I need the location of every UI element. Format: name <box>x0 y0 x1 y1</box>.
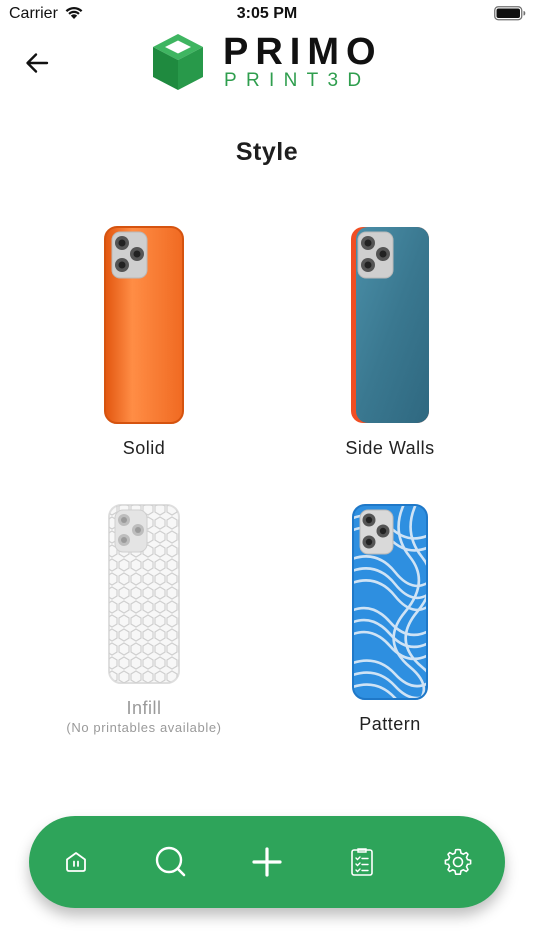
primo-print3d-logo: PRIMO PRINT3D <box>150 31 390 93</box>
style-option-infill: Infill (No printables available) <box>52 502 236 735</box>
nav-home-button[interactable] <box>52 838 100 886</box>
style-option-side-walls[interactable]: Side Walls <box>318 224 462 459</box>
bottom-nav <box>29 816 505 908</box>
home-icon <box>66 852 86 872</box>
style-option-solid[interactable]: Solid <box>72 224 216 459</box>
back-button[interactable] <box>22 48 52 78</box>
style-label: Side Walls <box>345 438 435 458</box>
arrow-left-icon <box>22 53 52 82</box>
style-label: Pattern <box>359 714 421 734</box>
style-label: Solid <box>122 438 166 458</box>
style-note: (No printables available) <box>66 720 222 735</box>
nav-settings-button[interactable] <box>434 838 482 886</box>
style-option-pattern[interactable]: Pattern <box>318 502 462 735</box>
page-title: Style <box>235 138 299 166</box>
logo-text-print3d: PRINT3D <box>224 70 371 91</box>
infill-case-image <box>108 504 180 684</box>
nav-search-button[interactable] <box>147 838 195 886</box>
style-label: Infill <box>126 698 162 718</box>
gear-icon <box>444 848 472 875</box>
solid-case-image <box>104 226 184 424</box>
status-time: 3:05 PM <box>236 5 298 22</box>
side-walls-case-image <box>351 227 429 423</box>
checklist-icon <box>351 848 373 876</box>
cube-logo-icon <box>153 34 203 90</box>
pattern-case-image <box>352 504 428 700</box>
logo-text-primo: PRIMO <box>223 31 383 73</box>
status-bar: Carrier 3:05 PM <box>0 0 534 28</box>
nav-add-button[interactable] <box>243 838 291 886</box>
nav-orders-button[interactable] <box>338 838 386 886</box>
search-icon <box>155 846 186 877</box>
battery-icon <box>494 6 526 26</box>
plus-icon <box>252 847 282 877</box>
